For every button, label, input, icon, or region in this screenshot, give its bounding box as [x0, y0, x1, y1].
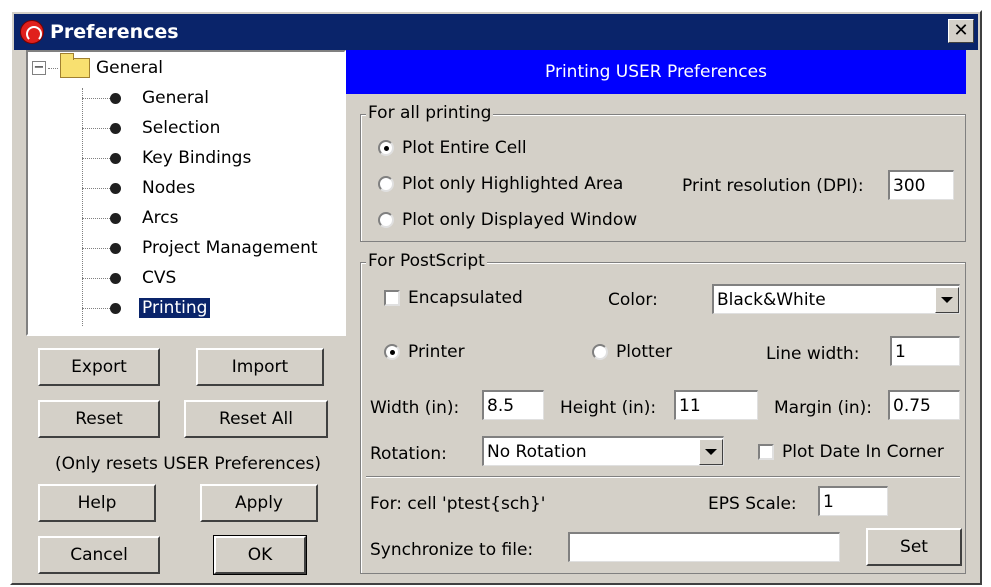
- printer-label: Printer: [408, 342, 465, 362]
- plot-displayed-option[interactable]: Plot only Displayed Window: [378, 210, 637, 230]
- height-input[interactable]: [674, 390, 758, 420]
- reset-note: (Only resets USER Preferences): [54, 454, 322, 474]
- panel-header: Printing USER Preferences: [346, 50, 966, 94]
- bullet-icon: [110, 242, 121, 254]
- tree-item-label: Nodes: [142, 178, 196, 198]
- collapse-icon[interactable]: −: [32, 61, 46, 75]
- plot-highlighted-label: Plot only Highlighted Area: [402, 174, 624, 194]
- all-printing-title: For all printing: [366, 103, 494, 123]
- tree-connector: [48, 67, 58, 69]
- eps-scale-input[interactable]: [818, 486, 888, 516]
- plot-displayed-label: Plot only Displayed Window: [402, 210, 638, 230]
- import-button[interactable]: Import: [196, 348, 324, 386]
- radio-icon: [378, 212, 394, 228]
- folder-icon: [60, 53, 90, 78]
- plotter-option[interactable]: Plotter: [592, 342, 672, 362]
- tree-item-label: CVS: [142, 268, 177, 288]
- tree-item-arcs[interactable]: Arcs: [82, 204, 181, 232]
- rotation-select[interactable]: No Rotation: [482, 436, 724, 466]
- plot-entire-cell-option[interactable]: Plot Entire Cell: [378, 138, 527, 158]
- bullet-icon: [110, 212, 121, 224]
- for-cell-label: For: cell 'ptest{sch}': [370, 494, 546, 514]
- divider: [366, 476, 960, 478]
- tree-item-label: General: [142, 88, 209, 108]
- bullet-icon: [110, 302, 121, 314]
- reset-all-button[interactable]: Reset All: [184, 400, 328, 438]
- rotation-select-value: No Rotation: [487, 441, 587, 462]
- tree-item-general[interactable]: General: [82, 84, 212, 112]
- color-label: Color:: [608, 290, 658, 310]
- tree-root-general[interactable]: − General: [32, 53, 163, 82]
- bullet-icon: [110, 92, 121, 104]
- sync-file-input[interactable]: [568, 532, 840, 562]
- radio-icon: [592, 344, 608, 360]
- plot-highlighted-option[interactable]: Plot only Highlighted Area: [378, 174, 623, 194]
- width-label: Width (in):: [370, 398, 460, 418]
- tree-root-label: General: [96, 58, 163, 78]
- checkbox-icon: [758, 444, 774, 460]
- margin-label: Margin (in):: [774, 398, 872, 418]
- title-bar[interactable]: Preferences ✕: [14, 14, 978, 50]
- ok-button[interactable]: OK: [213, 535, 307, 575]
- bullet-icon: [110, 152, 121, 164]
- tree-item-selection[interactable]: Selection: [82, 114, 223, 142]
- encapsulated-checkbox[interactable]: Encapsulated: [384, 288, 523, 308]
- rotation-label: Rotation:: [370, 444, 447, 464]
- tree-item-key-bindings[interactable]: Key Bindings: [82, 144, 254, 172]
- chevron-down-icon[interactable]: [935, 286, 959, 313]
- set-button[interactable]: Set: [866, 528, 962, 566]
- reset-button[interactable]: Reset: [38, 400, 160, 438]
- tree-item-label: Arcs: [142, 208, 179, 228]
- help-button[interactable]: Help: [38, 484, 156, 522]
- tree-item-printing[interactable]: Printing: [82, 294, 211, 322]
- color-select[interactable]: Black&White: [712, 284, 960, 314]
- margin-input[interactable]: [888, 390, 960, 420]
- bullet-icon: [110, 182, 121, 194]
- checkbox-icon: [384, 290, 400, 306]
- export-button[interactable]: Export: [38, 348, 160, 386]
- bullet-icon: [110, 122, 121, 134]
- plot-date-label: Plot Date In Corner: [782, 442, 944, 462]
- tree-item-label: Selection: [142, 118, 221, 138]
- print-resolution-input[interactable]: [888, 170, 954, 200]
- close-button[interactable]: ✕: [948, 19, 974, 43]
- line-width-input[interactable]: [890, 336, 960, 366]
- cancel-button[interactable]: Cancel: [38, 536, 160, 574]
- tree-item-project-management[interactable]: Project Management: [82, 234, 321, 262]
- width-input[interactable]: [482, 390, 544, 420]
- radio-icon: [378, 140, 394, 156]
- postscript-title: For PostScript: [366, 251, 487, 271]
- height-label: Height (in):: [560, 398, 657, 418]
- eps-scale-label: EPS Scale:: [708, 494, 797, 514]
- app-icon: [20, 20, 44, 44]
- line-width-label: Line width:: [766, 344, 860, 364]
- tree-item-label: Project Management: [142, 238, 318, 258]
- plot-entire-cell-label: Plot Entire Cell: [402, 138, 527, 158]
- radio-icon: [384, 344, 400, 360]
- tree-item-cvs[interactable]: CVS: [82, 264, 179, 292]
- tree-item-nodes[interactable]: Nodes: [82, 174, 198, 202]
- tree-item-label: Printing: [139, 298, 211, 318]
- preferences-tree[interactable]: − General General Selection Key Bindings…: [26, 50, 346, 336]
- printer-option[interactable]: Printer: [384, 342, 465, 362]
- bullet-icon: [110, 272, 121, 284]
- plot-date-checkbox[interactable]: Plot Date In Corner: [758, 442, 944, 462]
- sync-label: Synchronize to file:: [370, 540, 534, 560]
- window-title: Preferences: [50, 21, 179, 43]
- print-resolution-label: Print resolution (DPI):: [682, 176, 864, 196]
- encapsulated-label: Encapsulated: [408, 288, 523, 308]
- color-select-value: Black&White: [717, 289, 826, 310]
- plotter-label: Plotter: [616, 342, 673, 362]
- tree-item-label: Key Bindings: [142, 148, 252, 168]
- radio-icon: [378, 176, 394, 192]
- chevron-down-icon[interactable]: [699, 438, 723, 465]
- apply-button[interactable]: Apply: [200, 484, 318, 522]
